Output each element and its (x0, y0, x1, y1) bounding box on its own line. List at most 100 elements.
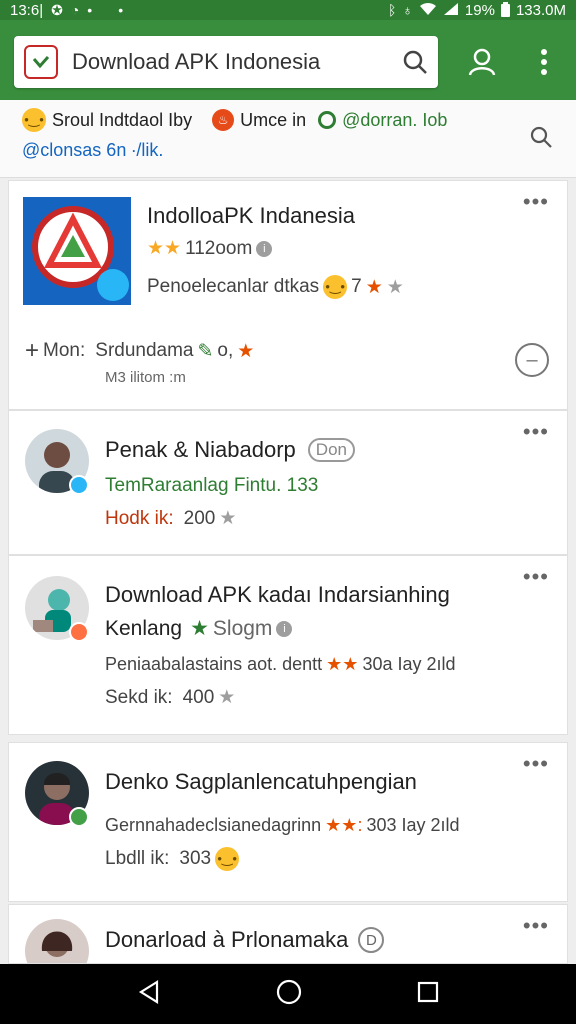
app-logo-icon (24, 45, 58, 79)
description-text: Peniaabalastains aot. dentt (105, 654, 323, 674)
avatar (25, 919, 89, 963)
title-tag: D (358, 927, 385, 953)
rating-row: ★★ 112oom i (147, 237, 273, 260)
navigation-bar (0, 964, 576, 1024)
battery-percent: 19% (464, 1, 495, 19)
app-title: IndolloaPK Indanesia (147, 203, 355, 228)
filter-chip-2[interactable]: Umce in (240, 110, 306, 131)
card-title-2: Kenlang (105, 616, 183, 640)
description-text: Gernnahadeclsianedagrinn (105, 815, 322, 835)
stat-label: Lbdll ik: (105, 848, 170, 869)
star-icon: ★ (190, 617, 209, 640)
signal-icon (443, 2, 459, 18)
more-horiz-icon[interactable]: ••• (523, 913, 549, 939)
green-ring-icon (318, 111, 337, 129)
filter-link[interactable]: @clonsas 6n ∙/lik. (22, 140, 163, 161)
smiley-icon: •‿• (215, 847, 240, 871)
card-stat: Lbdll ik: 303 •‿• (105, 847, 240, 871)
star-icon: ★ (218, 687, 236, 708)
plus-icon[interactable]: + (25, 337, 39, 365)
status-right-text: 133.0M (515, 1, 566, 19)
rating-row: Kenlang ★ Slogm i (105, 616, 293, 641)
description: Peniaabalastains aot. dentt ★★ 30a Iay 2… (105, 654, 456, 675)
more-horiz-icon[interactable]: ••• (523, 419, 549, 445)
description-suffix: 30a Iay 2ıld (362, 654, 456, 674)
search-box[interactable]: Download APK Indonesia (14, 36, 438, 88)
description-suffix: 303 Iay 2ıld (366, 815, 460, 835)
more-vert-icon[interactable] (528, 42, 560, 82)
app-icon (23, 197, 131, 305)
card-title: Download APK kadaı Indarsianhing (105, 582, 450, 607)
dot-icon: • (87, 2, 93, 18)
stat-label: Sekd ik: (105, 686, 173, 708)
card-subtext: M3 ilitom :m (105, 369, 186, 386)
user-card[interactable]: ••• Denko Sagplanlencatuhpengian Gernnah… (8, 742, 568, 902)
settings-icon: ✪ (51, 2, 63, 18)
star-icon: ★★ (326, 654, 359, 674)
search-icon[interactable] (402, 49, 428, 75)
card-meta[interactable]: TemRaraanlag Fintu. 133 (105, 475, 318, 497)
filter-chip-1[interactable]: Sroul Indtdaol Iby (52, 110, 192, 131)
recents-icon[interactable] (417, 981, 439, 1008)
user-card[interactable]: ••• Donarload à Prlonamaka D (8, 904, 568, 964)
user-icon[interactable] (462, 42, 502, 82)
rating-value: 112oom (185, 237, 253, 259)
stat-label: Hodk ik: (105, 507, 174, 529)
action-text[interactable]: Srdundama (95, 340, 193, 362)
card-stat: Hodk ik: 200 ★ (105, 507, 236, 530)
pencil-icon: ✎ (197, 340, 214, 362)
star-icon: ★ (219, 508, 237, 529)
card-title-row: Donarload à Prlonamaka D (105, 927, 385, 953)
status-bar: 13:6| ✪ ◔ • • ᛒ ♁ 19% 133.0M (0, 0, 576, 20)
battery-icon (500, 1, 510, 19)
more-horiz-icon[interactable]: ••• (523, 189, 549, 215)
description-text: Penoelecanlar dtkas (147, 276, 320, 297)
wifi-icon (419, 2, 437, 18)
description-suffix: 7 (351, 276, 362, 297)
more-horiz-icon[interactable]: ••• (523, 751, 549, 777)
card-title: Denko Sagplanlencatuhpengian (105, 769, 417, 794)
star-icon: ★ (386, 276, 404, 298)
info-icon: i (256, 240, 273, 257)
rating-value: Slogm (212, 616, 273, 640)
badge-icon (69, 475, 89, 495)
action-suffix: o, (217, 340, 234, 361)
star-icon: ★★ (147, 238, 182, 259)
more-horiz-icon[interactable]: ••• (523, 564, 549, 590)
alarm-icon: ♁ (402, 2, 413, 18)
stat-value: 303 (179, 848, 212, 869)
stat-value: 200 (183, 507, 216, 529)
search-input[interactable]: Download APK Indonesia (72, 49, 402, 75)
filter-strip: •‿• Sroul Indtdaol Iby ♨ Umce in @dorran… (0, 100, 576, 178)
user-card[interactable]: ••• Download APK kadaı Indarsianhing Ken… (8, 555, 568, 735)
smiley-icon: •‿• (323, 275, 348, 299)
flame-icon: ♨ (212, 109, 235, 131)
status-time: 13:6| (10, 1, 44, 19)
app-card[interactable]: ••• IndolloaPK Indanesia ★★ 112oom i Pen… (8, 180, 568, 410)
dot-icon: • (118, 2, 124, 18)
card-title: Donarload à Prlonamaka (105, 927, 349, 952)
filter-chip-3[interactable]: @dorran. Iob (342, 110, 447, 131)
clock-icon: ◔ (70, 2, 80, 18)
title-tag: Don (307, 438, 355, 462)
badge-icon (69, 807, 89, 827)
star-icon: ★★: (325, 815, 363, 835)
smiley-icon: •‿• (22, 108, 46, 132)
action-prefix: Mon: (43, 340, 86, 361)
minus-circle-icon[interactable]: – (515, 343, 549, 377)
badge-icon (69, 622, 89, 642)
star-icon: ★ (365, 276, 383, 298)
info-icon: i (276, 620, 293, 637)
star-icon: ★ (237, 340, 255, 362)
card-stat: Sekd ik: 400 ★ (105, 686, 235, 709)
description: Penoelecanlar dtkas •‿• 7 ★ ★ (147, 275, 404, 299)
description: Gernnahadeclsianedagrinn ★★: 303 Iay 2ıl… (105, 815, 460, 836)
back-icon[interactable] (137, 979, 161, 1009)
card-title: Penak & Niabadorp (105, 437, 296, 462)
home-icon[interactable] (276, 979, 302, 1010)
stat-value: 400 (182, 686, 215, 708)
search-icon[interactable] (526, 122, 556, 152)
user-card[interactable]: ••• Penak & Niabadorp Don TemRaraanlag F… (8, 410, 568, 555)
action-row: + Mon: Srdundama ✎ o, ★ (25, 337, 254, 365)
toolbar: Download APK Indonesia (0, 20, 576, 100)
